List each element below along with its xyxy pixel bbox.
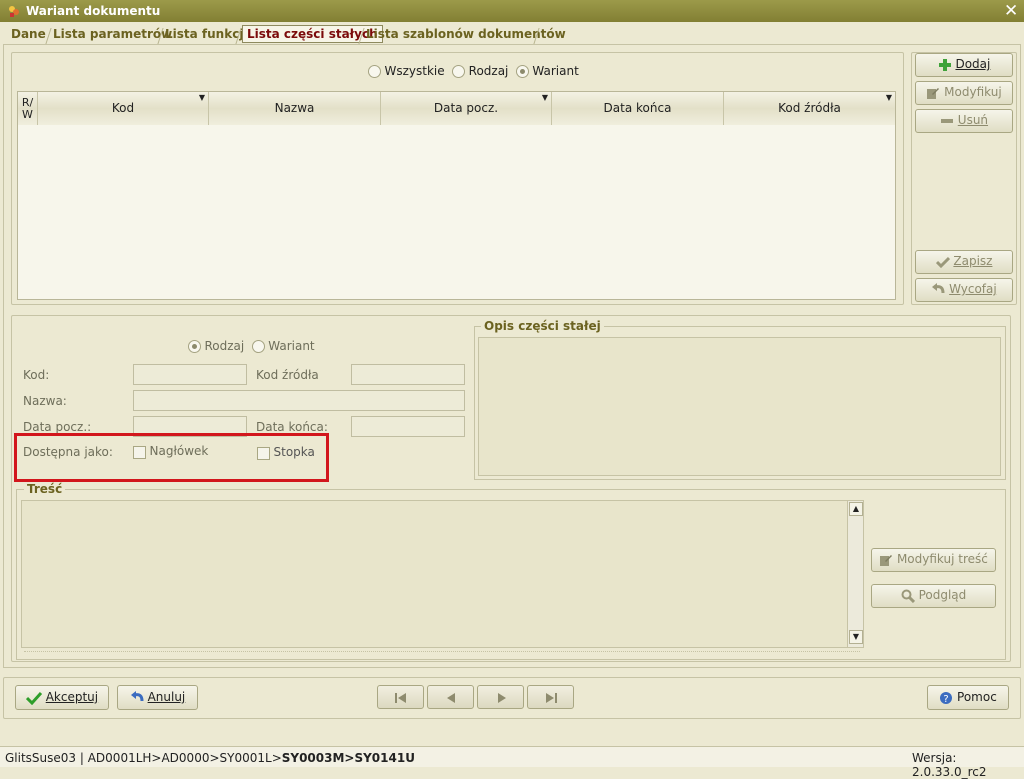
- column-header-data-pocz[interactable]: Data pocz. ▼: [381, 92, 552, 125]
- help-button-label: Pomoc: [957, 690, 997, 704]
- end-date-field[interactable]: [351, 416, 465, 437]
- sort-caret-icon: ▼: [885, 93, 892, 102]
- radio-rodzaj[interactable]: [452, 64, 466, 78]
- save-button[interactable]: Zapisz: [915, 250, 1013, 274]
- add-button[interactable]: Dodaj: [915, 53, 1013, 77]
- rw-text-2: W: [22, 108, 33, 121]
- last-icon: [546, 693, 557, 703]
- minus-icon: [940, 118, 953, 123]
- first-record-button[interactable]: [377, 685, 424, 709]
- magnifier-icon: [901, 589, 915, 603]
- column-header-nazwa[interactable]: Nazwa: [209, 92, 381, 125]
- name-field[interactable]: [133, 390, 465, 411]
- modify-button-label: Modyfikuj: [944, 85, 1002, 99]
- previous-record-button[interactable]: [427, 685, 474, 709]
- accept-button[interactable]: Akceptuj: [15, 685, 109, 710]
- window-title: Wariant dokumentu: [26, 4, 161, 18]
- column-header-kod-zrodla[interactable]: Kod źródła ▼: [724, 92, 895, 125]
- radio-wszystkie[interactable]: [368, 64, 381, 78]
- form-radio-wariant-label: Wariant: [268, 339, 315, 353]
- radio-wariant[interactable]: [515, 64, 529, 78]
- first-icon: [395, 693, 406, 703]
- name-label: Nazwa:: [23, 394, 67, 408]
- form-radio-group: Rodzaj Wariant: [188, 339, 319, 353]
- radio-wariant-label: Wariant: [532, 64, 579, 78]
- status-path: GlitsSuse03 | AD0001LH>AD0000>SY0001L>SY…: [5, 751, 415, 765]
- save-button-label: Zapisz: [953, 254, 993, 268]
- checkmark-icon: [25, 691, 42, 705]
- tab-bar: Dane Lista parametrów Lista funkcji List…: [0, 22, 1024, 44]
- status-path-prefix: GlitsSuse03 | AD0001LH>AD0000>SY0001L>: [5, 751, 282, 765]
- close-icon[interactable]: ✕: [1004, 1, 1018, 21]
- scroll-up-icon[interactable]: ▲: [849, 502, 863, 516]
- help-icon: ?: [940, 691, 953, 705]
- accept-button-label: Akceptuj: [45, 690, 99, 704]
- radio-wszystkie-label: Wszystkie: [384, 64, 445, 78]
- description-area[interactable]: [478, 337, 1001, 476]
- preview-button-label: Podgląd: [918, 588, 967, 602]
- undo-icon: [130, 690, 144, 701]
- cancel-button-label: Anuluj: [147, 690, 186, 704]
- column-header-kod[interactable]: Kod ▼: [38, 92, 209, 125]
- sort-caret-icon: ▼: [198, 93, 205, 102]
- status-version: Wersja: 2.0.33.0_rc2: [912, 751, 987, 779]
- delete-button[interactable]: Usuń: [915, 109, 1013, 133]
- column-header-kod-label: Kod: [111, 101, 135, 115]
- status-bar: GlitsSuse03 | AD0001LH>AD0000>SY0001L>SY…: [0, 746, 1024, 779]
- source-code-field[interactable]: [351, 364, 465, 385]
- filter-radio-group: Wszystkie Rodzaj Wariant: [368, 64, 583, 78]
- code-label: Kod:: [23, 368, 50, 382]
- source-code-label: Kod źródła: [256, 368, 319, 382]
- form-radio-rodzaj-label: Rodzaj: [204, 339, 245, 353]
- modify-content-label: Modyfikuj treść: [896, 552, 988, 566]
- undo-icon: [932, 282, 945, 293]
- modify-button[interactable]: Modyfikuj: [915, 81, 1013, 105]
- column-header-rw[interactable]: R/ W: [18, 92, 38, 125]
- radio-rodzaj-label: Rodzaj: [468, 64, 509, 78]
- form-radio-wariant[interactable]: [251, 339, 265, 353]
- checkmark-icon: [935, 256, 950, 268]
- form-radio-rodzaj[interactable]: [188, 339, 201, 353]
- next-record-button[interactable]: [477, 685, 524, 709]
- title-bar: Wariant dokumentu ✕: [0, 0, 1024, 22]
- tab-dane[interactable]: Dane: [7, 26, 50, 44]
- end-date-label: Data końca:: [256, 420, 328, 434]
- highlight-box: [14, 433, 329, 482]
- content-title: Treść: [24, 482, 66, 496]
- description-title: Opis części stałej: [481, 319, 604, 333]
- content-scrollbar[interactable]: ▲ ▼: [847, 501, 863, 647]
- plus-icon: [938, 58, 951, 71]
- app-icon: [9, 6, 19, 17]
- next-icon: [498, 693, 506, 703]
- column-header-data-konca-label: Data końca: [603, 101, 672, 115]
- content-textarea[interactable]: [21, 500, 864, 648]
- revert-button[interactable]: Wycofaj: [915, 278, 1013, 302]
- svg-text:?: ?: [944, 694, 949, 705]
- column-header-data-konca[interactable]: Data końca: [552, 92, 724, 125]
- edit-icon: [927, 87, 940, 99]
- code-field[interactable]: [133, 364, 247, 385]
- column-header-kod-zrodla-label: Kod źródła: [778, 101, 841, 115]
- add-button-label: Dodaj: [955, 57, 991, 71]
- parts-table[interactable]: R/ W Kod ▼ Nazwa Data pocz. ▼ Data końca…: [17, 91, 896, 300]
- preview-button[interactable]: Podgląd: [871, 584, 996, 608]
- last-record-button[interactable]: [527, 685, 574, 709]
- column-header-nazwa-label: Nazwa: [274, 101, 315, 115]
- column-header-data-pocz-label: Data pocz.: [433, 101, 499, 115]
- edit-icon: [880, 554, 893, 566]
- help-button[interactable]: ? Pomoc: [927, 685, 1009, 710]
- sort-caret-icon: ▼: [541, 93, 548, 102]
- modify-content-button[interactable]: Modyfikuj treść: [871, 548, 996, 572]
- previous-icon: [447, 693, 455, 703]
- status-path-current: SY0003M>SY0141U: [281, 751, 415, 765]
- delete-button-label: Usuń: [957, 113, 989, 127]
- revert-button-label: Wycofaj: [949, 282, 997, 296]
- content-divider: [24, 651, 860, 653]
- scroll-down-icon[interactable]: ▼: [849, 630, 863, 644]
- cancel-button[interactable]: Anuluj: [117, 685, 198, 710]
- start-date-label: Data pocz.:: [23, 420, 92, 434]
